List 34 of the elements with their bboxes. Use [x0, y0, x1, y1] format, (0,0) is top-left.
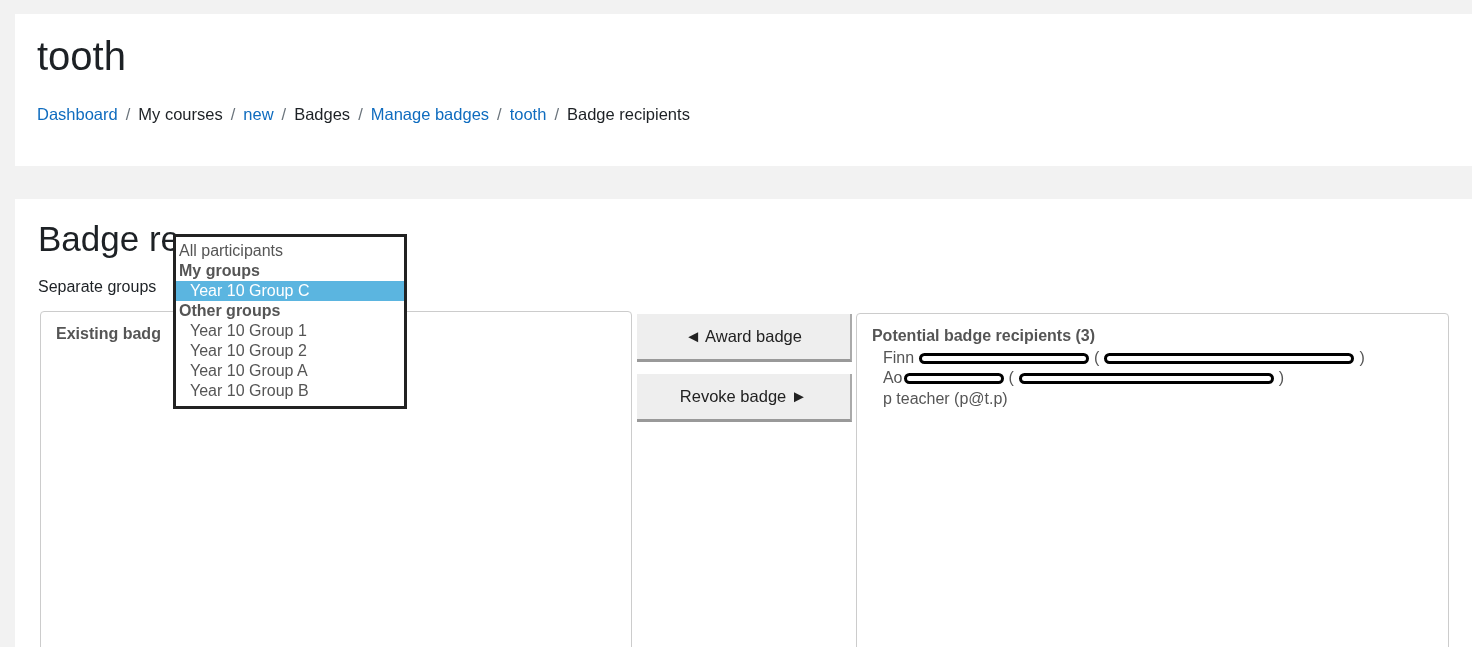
breadcrumb-link[interactable]: Manage badges	[370, 102, 490, 127]
breadcrumb-link[interactable]: Dashboard	[37, 102, 118, 127]
dropdown-option[interactable]: Year 10 Group 1	[176, 321, 404, 341]
award-button[interactable]: ◄ Award badge	[637, 313, 852, 362]
breadcrumb-item: My courses	[138, 104, 223, 125]
list-title: Existing badg	[56, 323, 161, 344]
breadcrumb-item: Badges	[294, 104, 351, 125]
dropdown-option[interactable]: Year 10 Group 2	[176, 341, 404, 361]
recipient-text: Ao	[882, 368, 903, 389]
breadcrumb-separator: /	[497, 104, 502, 125]
potential-recipients-list[interactable]: Potential badge recipients (3) Finn ( ) Ao ( ) p teacher (p@t.p)	[855, 312, 1449, 647]
recipient-text: )	[1278, 368, 1285, 389]
breadcrumb-separator: /	[125, 104, 131, 125]
dropdown-option[interactable]: Year 10 Group A	[176, 361, 404, 381]
page-title: tooth	[37, 33, 127, 80]
group-label: Separate groups	[38, 277, 157, 295]
dropdown-option[interactable]: Year 10 Group B	[176, 381, 404, 401]
breadcrumb-separator: /	[554, 104, 559, 125]
recipient-text: (	[1008, 368, 1014, 389]
breadcrumb-link[interactable]: tooth	[509, 102, 547, 127]
recipient-text: (	[1094, 347, 1100, 368]
breadcrumb-separator: /	[230, 104, 236, 125]
revoke-button[interactable]: Revoke badge ►	[637, 373, 852, 422]
recipient-text: Finn	[882, 347, 915, 368]
breadcrumb-link[interactable]: new	[243, 102, 274, 127]
option-group-label: My groups	[178, 261, 261, 281]
recipient-text: )	[1359, 347, 1365, 368]
dropdown-option[interactable]: All participants	[176, 241, 404, 261]
list-title: Potential badge recipients (3)	[871, 325, 1097, 346]
breadcrumb-item: Badge recipients	[566, 104, 690, 125]
breadcrumb-separator: /	[281, 104, 287, 125]
recipient-text: p teacher (p@t.p)	[882, 388, 1008, 409]
group-dropdown-menu[interactable]: All participants My groups Year 10 Group C Other groups Year 10 Group 1 Year 10 Group 2 Year 10 Group A Year 10 Group B	[173, 234, 407, 409]
breadcrumb-separator: /	[358, 104, 363, 125]
